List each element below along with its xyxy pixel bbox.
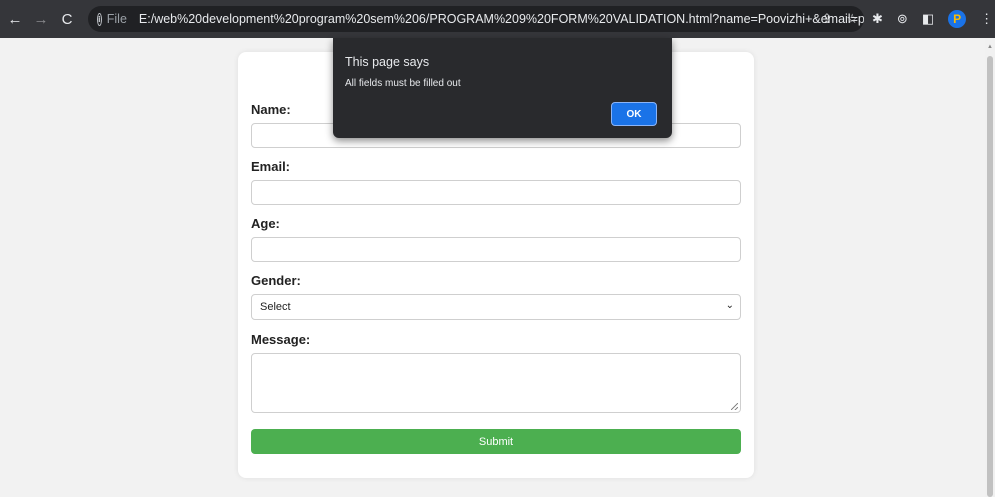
name-label: Name: xyxy=(251,102,291,117)
back-icon[interactable]: ← xyxy=(4,8,26,30)
scroll-up-icon[interactable]: ▲ xyxy=(987,44,993,50)
email-label: Email: xyxy=(251,159,291,174)
address-bar[interactable]: i File E:/web%20development%20program%20… xyxy=(88,6,864,32)
reload-icon[interactable]: C xyxy=(56,8,78,30)
age-label: Age: xyxy=(251,216,280,231)
alert-title: This page says xyxy=(345,55,430,69)
gender-label: Gender: xyxy=(251,273,301,288)
message-label: Message: xyxy=(251,332,311,347)
media-control-icon[interactable]: ⊚ xyxy=(897,11,908,27)
age-input[interactable] xyxy=(251,237,741,262)
share-icon[interactable]: ⇪ xyxy=(821,11,832,27)
url-text[interactable]: E:/web%20development%20program%20sem%206… xyxy=(139,12,864,26)
extensions-puzzle-icon[interactable]: ✱ xyxy=(872,11,883,27)
resize-grip-icon[interactable] xyxy=(731,403,738,410)
alert-dialog: This page says All fields must be filled… xyxy=(333,38,672,138)
scrollbar-thumb[interactable] xyxy=(987,56,993,497)
profile-avatar[interactable]: P xyxy=(948,10,967,28)
info-icon[interactable]: i xyxy=(97,12,102,26)
message-textarea[interactable] xyxy=(251,353,741,413)
side-panel-icon[interactable]: ◧ xyxy=(922,11,934,27)
chevron-down-icon: ⌄ xyxy=(725,300,734,311)
gender-select[interactable]: Select ⌄ xyxy=(251,294,741,320)
menu-kebab-icon[interactable]: ⋮ xyxy=(980,11,993,27)
bookmark-star-icon[interactable]: ☆ xyxy=(846,11,858,27)
forward-icon[interactable]: → xyxy=(30,8,52,30)
gender-selected-value: Select xyxy=(260,301,291,313)
alert-message: All fields must be filled out xyxy=(345,78,461,89)
page-scrollbar[interactable]: ▲ xyxy=(985,38,995,497)
address-bar-actions: ⇪ ☆ xyxy=(821,6,858,32)
url-scheme: File xyxy=(106,12,127,26)
alert-ok-button[interactable]: OK xyxy=(611,102,657,126)
browser-toolbar: ← → C i File E:/web%20development%20prog… xyxy=(0,0,995,38)
submit-button[interactable]: Submit xyxy=(251,429,741,454)
extension-area: ✱ ⊚ ◧ P ⋮ xyxy=(872,6,993,32)
email-input[interactable] xyxy=(251,180,741,205)
